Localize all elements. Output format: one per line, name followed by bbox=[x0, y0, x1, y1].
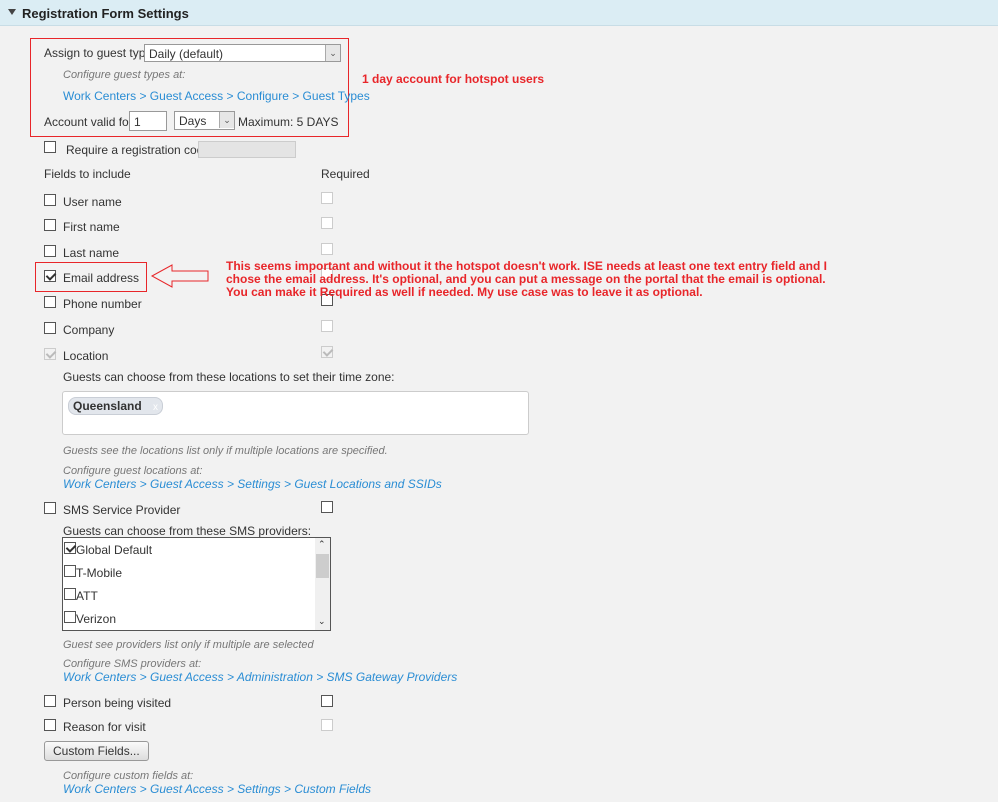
arrow-left-icon bbox=[150, 264, 209, 288]
section-title: Registration Form Settings bbox=[22, 6, 189, 21]
locations-link[interactable]: Work Centers > Guest Access > Settings >… bbox=[63, 477, 442, 491]
sms-note: Guest see providers list only if multipl… bbox=[63, 639, 314, 651]
field-required-checkbox[interactable] bbox=[321, 243, 333, 255]
chevron-down-icon[interactable]: ⌄ bbox=[318, 616, 326, 627]
reason-required-checkbox[interactable] bbox=[321, 719, 333, 731]
provider-label: T-Mobile bbox=[76, 566, 123, 580]
email-highlight bbox=[35, 262, 147, 292]
annotation-one-day: 1 day account for hotspot users bbox=[362, 72, 545, 86]
annotation-line: You can make it Required as well if need… bbox=[226, 285, 703, 299]
locations-label: Guests can choose from these locations t… bbox=[63, 370, 395, 384]
sms-link[interactable]: Work Centers > Guest Access > Administra… bbox=[63, 670, 457, 684]
guest-type-label: Assign to guest type bbox=[44, 46, 153, 60]
field-label: Phone number bbox=[63, 297, 142, 311]
reg-code-label: Require a registration code bbox=[66, 143, 211, 157]
field-label: User name bbox=[63, 195, 122, 209]
guest-types-link[interactable]: Work Centers > Guest Access > Configure … bbox=[63, 89, 370, 103]
remove-tag-icon[interactable]: x bbox=[153, 402, 158, 413]
locations-note: Guests see the locations list only if mu… bbox=[63, 445, 388, 457]
field-required-checkbox[interactable] bbox=[321, 217, 333, 229]
validity-label: Account valid for: bbox=[44, 115, 137, 129]
scrollbar[interactable]: ⌃ ⌄ bbox=[315, 538, 330, 630]
custom-hint: Configure custom fields at: bbox=[63, 770, 194, 782]
field-label: Location bbox=[63, 349, 109, 363]
locations-input[interactable]: Queensland x bbox=[62, 391, 529, 435]
provider-checkbox[interactable] bbox=[64, 588, 76, 600]
annotation-email: This seems important and without it the … bbox=[226, 260, 827, 299]
collapse-triangle-icon[interactable] bbox=[8, 9, 16, 15]
field-label: Company bbox=[63, 323, 115, 337]
section-header[interactable]: Registration Form Settings bbox=[0, 0, 998, 26]
reg-code-checkbox[interactable] bbox=[44, 141, 56, 153]
scrollbar-thumb[interactable] bbox=[316, 554, 329, 578]
provider-label: Global Default bbox=[76, 543, 153, 557]
person-visited-checkbox[interactable] bbox=[44, 695, 56, 707]
provider-checkbox[interactable] bbox=[64, 611, 76, 623]
provider-label: Verizon bbox=[76, 612, 117, 626]
required-header: Required bbox=[321, 167, 370, 181]
sms-label: SMS Service Provider bbox=[63, 503, 181, 517]
reason-checkbox[interactable] bbox=[44, 719, 56, 731]
field-checkbox[interactable] bbox=[44, 348, 56, 360]
field-checkbox[interactable] bbox=[44, 322, 56, 334]
chevron-down-icon: ⌄ bbox=[325, 45, 340, 61]
guest-type-select[interactable]: Daily (default) ⌄ bbox=[144, 44, 341, 62]
provider-checkbox[interactable] bbox=[64, 542, 76, 554]
field-required-checkbox[interactable] bbox=[321, 192, 333, 204]
guest-type-value: Daily (default) bbox=[149, 47, 224, 61]
location-tag: Queensland x bbox=[68, 397, 164, 415]
custom-fields-button[interactable]: Custom Fields... bbox=[44, 741, 149, 761]
field-checkbox[interactable] bbox=[44, 296, 56, 308]
person-visited-required-checkbox[interactable] bbox=[321, 695, 333, 707]
validity-input[interactable]: 1 bbox=[129, 111, 167, 131]
sms-checkbox[interactable] bbox=[44, 502, 56, 514]
fields-header: Fields to include bbox=[44, 167, 131, 181]
field-label: Last name bbox=[63, 246, 120, 260]
provider-label: ATT bbox=[76, 589, 98, 603]
field-checkbox[interactable] bbox=[44, 194, 56, 206]
validity-unit-select[interactable]: Days ⌄ bbox=[174, 111, 235, 130]
reason-label: Reason for visit bbox=[63, 720, 146, 734]
reg-code-input[interactable] bbox=[198, 141, 296, 158]
chevron-up-icon[interactable]: ⌃ bbox=[318, 539, 326, 550]
field-required-checkbox[interactable] bbox=[321, 320, 333, 332]
chevron-down-icon: ⌄ bbox=[219, 112, 234, 128]
field-required-checkbox[interactable] bbox=[321, 346, 333, 358]
custom-fields-link[interactable]: Work Centers > Guest Access > Settings >… bbox=[63, 782, 371, 796]
field-label: First name bbox=[63, 220, 120, 234]
sms-required-checkbox[interactable] bbox=[321, 501, 333, 513]
person-visited-label: Person being visited bbox=[63, 696, 172, 710]
sms-providers-label: Guests can choose from these SMS provide… bbox=[63, 524, 312, 538]
provider-checkbox[interactable] bbox=[64, 565, 76, 577]
validity-max: Maximum: 5 DAYS bbox=[238, 115, 339, 129]
field-checkbox[interactable] bbox=[44, 245, 56, 257]
locations-hint: Configure guest locations at: bbox=[63, 465, 203, 477]
field-checkbox[interactable] bbox=[44, 219, 56, 231]
sms-hint: Configure SMS providers at: bbox=[63, 658, 202, 670]
validity-unit-value: Days bbox=[179, 114, 207, 128]
location-tag-label: Queensland bbox=[73, 399, 142, 413]
sms-providers-list[interactable]: Global Default T-Mobile ATT Verizon ⌃ ⌄ bbox=[62, 537, 331, 631]
guest-type-hint: Configure guest types at: bbox=[63, 69, 186, 81]
